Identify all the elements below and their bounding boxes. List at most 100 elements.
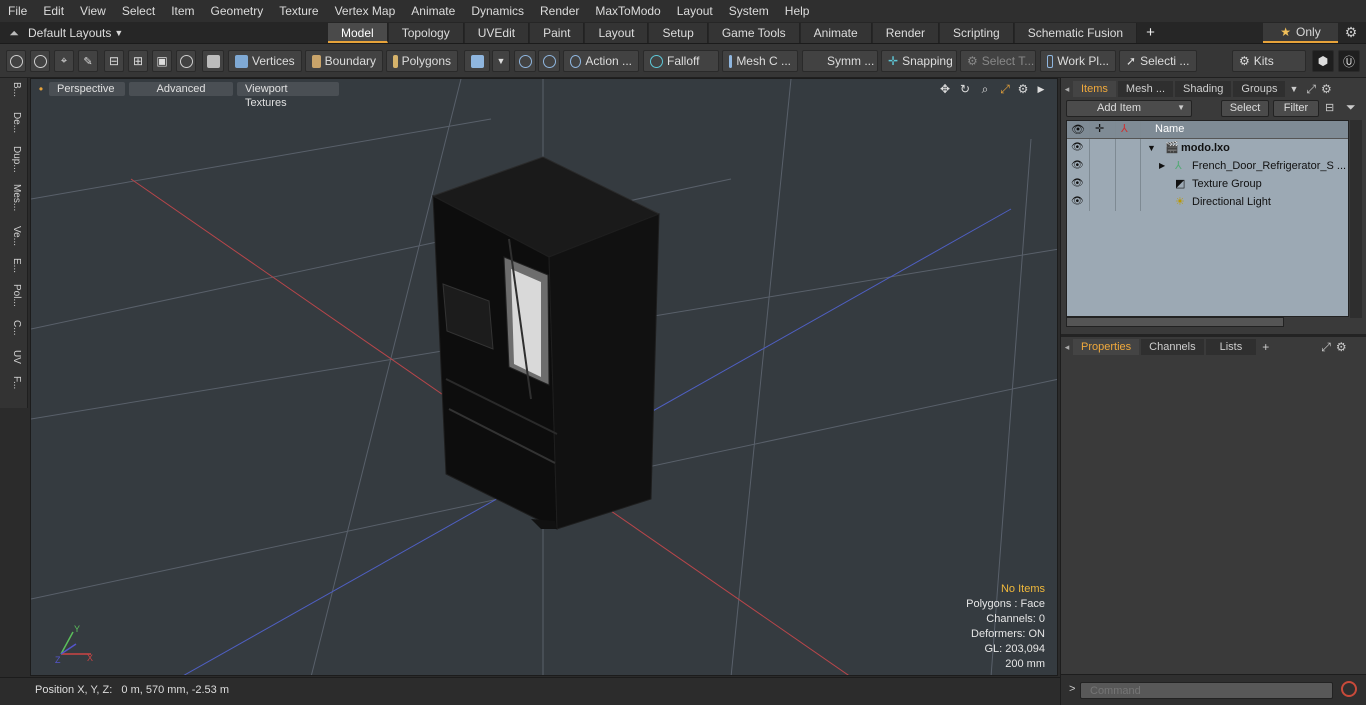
select-through-button[interactable]: ⚙ Select T... (960, 50, 1036, 72)
menu-help[interactable]: Help (777, 0, 818, 22)
collapsed-triangle-icon[interactable]: ▶ (1159, 157, 1165, 175)
tab-groups[interactable]: Groups (1233, 81, 1286, 97)
eye-icon[interactable]: 👁 (1071, 157, 1084, 175)
tab-items[interactable]: Items (1073, 81, 1116, 97)
perspective-button[interactable]: Perspective (49, 82, 125, 96)
vtab-uv[interactable]: UV (4, 350, 22, 364)
globe-button[interactable] (30, 50, 50, 72)
menu-view[interactable]: View (72, 0, 114, 22)
layout-selector[interactable]: ⏶ Default Layouts ▼ (0, 22, 123, 44)
add-item-button[interactable]: Add Item ▼ (1066, 100, 1192, 117)
tab-topology[interactable]: Topology (388, 23, 464, 43)
list-vertical-scrollbar[interactable] (1350, 120, 1362, 318)
vtab-edge[interactable]: E... (4, 258, 22, 273)
vtab-fusion[interactable]: F... (4, 376, 22, 389)
zoom-icon[interactable]: ⌕ (977, 82, 993, 96)
tab-layout[interactable]: Layout (585, 23, 649, 43)
select-button[interactable]: Select (1221, 100, 1269, 117)
falloff-button[interactable]: Falloff (643, 50, 719, 72)
panel-gear-icon[interactable]: ⚙ (1321, 82, 1332, 96)
move-button[interactable]: ⊞ (128, 50, 148, 72)
add-tab-icon[interactable]: + (1262, 340, 1269, 354)
menu-item[interactable]: Item (163, 0, 202, 22)
pan-icon[interactable]: ✥ (937, 82, 953, 96)
lasso-button[interactable]: ⌖ (54, 50, 74, 72)
panel-divider[interactable] (1061, 334, 1366, 337)
vtab-basic[interactable]: B... (4, 82, 22, 97)
menu-render[interactable]: Render (532, 0, 587, 22)
menu-maxtomodo[interactable]: MaxToModo (587, 0, 668, 22)
expand-icon[interactable]: ⤢ (1321, 340, 1331, 355)
tab-paint[interactable]: Paint (530, 23, 585, 43)
tab-render[interactable]: Render (872, 23, 940, 43)
menu-animate[interactable]: Animate (403, 0, 463, 22)
mode-dropdown[interactable]: ▼ (492, 50, 510, 72)
menu-dynamics[interactable]: Dynamics (463, 0, 532, 22)
menu-texture[interactable]: Texture (271, 0, 326, 22)
menu-geometry[interactable]: Geometry (203, 0, 272, 22)
brush-button[interactable]: ✎ (78, 50, 98, 72)
list-horizontal-scrollbar[interactable] (1066, 317, 1284, 327)
tab-shading[interactable]: Shading (1175, 81, 1232, 97)
menu-select[interactable]: Select (114, 0, 163, 22)
shading-button[interactable]: Advanced (129, 82, 233, 96)
work-plane-button[interactable]: Work Pl... (1040, 50, 1116, 72)
tab-lists[interactable]: Lists (1205, 339, 1257, 355)
collapse-up-icon[interactable]: ⏶ (0, 26, 28, 41)
expand-icon[interactable]: ⤢ (1306, 82, 1316, 97)
list-item[interactable]: 👁 ▼ 🎬 modo.lxo (1067, 139, 1348, 157)
list-item[interactable]: 👁 ☀ Directional Light (1067, 193, 1348, 211)
scale-button[interactable]: ▣ (152, 50, 172, 72)
boundary-button[interactable]: Boundary (305, 50, 383, 72)
polygons-button[interactable]: Polygons (386, 50, 458, 72)
expand-right-icon[interactable]: ▶ (1033, 82, 1049, 96)
viewport-settings-icon[interactable]: ⚙ (1015, 82, 1031, 96)
list-item[interactable]: 👁 ◩ Texture Group (1067, 175, 1348, 193)
unity-button[interactable]: ⬢ (1312, 50, 1334, 72)
menu-file[interactable]: File (0, 0, 35, 22)
select-circle-button[interactable] (6, 50, 26, 72)
viewport-menu-dot-icon[interactable]: • (33, 82, 49, 96)
rotate-view-icon[interactable]: ↻ (957, 82, 973, 96)
add-tab-icon[interactable]: + (1138, 23, 1163, 43)
item-mode-button[interactable] (202, 50, 224, 72)
tab-uvedit[interactable]: UVEdit (464, 23, 530, 43)
tab-mesh[interactable]: Mesh ... (1117, 81, 1174, 97)
symmetry-a-button[interactable] (514, 50, 536, 72)
menu-system[interactable]: System (721, 0, 777, 22)
snapping-button[interactable]: ✛ Snapping (881, 50, 957, 72)
eye-icon[interactable]: 👁 (1071, 175, 1084, 193)
tab-game-tools[interactable]: Game Tools (708, 23, 800, 43)
vtab-vertex[interactable]: Ve... (4, 226, 22, 246)
tab-scripting[interactable]: Scripting (940, 23, 1014, 43)
menu-vertex-map[interactable]: Vertex Map (327, 0, 404, 22)
symmetry-button[interactable]: Symm ... (802, 50, 878, 72)
action-center-button[interactable]: Action ... (563, 50, 639, 72)
vtab-curve[interactable]: C... (4, 320, 22, 336)
kits-button[interactable]: ⚙ Kits (1232, 50, 1306, 72)
viewport-textures-button[interactable]: Viewport Textures (237, 82, 339, 109)
vtab-mesh-edit[interactable]: Mes... (4, 184, 22, 211)
vtab-deform[interactable]: De... (4, 112, 22, 133)
tabs-dropdown-icon[interactable]: ▼ (1289, 84, 1298, 94)
tab-animate[interactable]: Animate (800, 23, 872, 43)
symmetry-b-button[interactable] (538, 50, 560, 72)
filter-button[interactable]: Filter (1273, 100, 1319, 117)
panel-dot-icon[interactable]: ◂ (1061, 342, 1073, 353)
list-item[interactable]: 👁 ▶ ⅄ French_Door_Refrigerator_S ... (1067, 157, 1348, 175)
collapse-all-icon[interactable]: ⊟ (1325, 101, 1334, 114)
name-column-header[interactable]: Name (1155, 123, 1184, 135)
menu-edit[interactable]: Edit (35, 0, 72, 22)
panel-gear-icon[interactable]: ⚙ (1336, 340, 1347, 354)
selection-sets-button[interactable]: ➚ Selecti ... (1119, 50, 1197, 72)
command-input[interactable] (1080, 682, 1333, 699)
panel-dot-icon[interactable]: ◂ (1061, 84, 1073, 95)
tab-properties[interactable]: Properties (1073, 339, 1140, 355)
eye-icon[interactable]: 👁 (1071, 139, 1084, 157)
3d-viewport[interactable]: Y X Z • Perspective Advanced Viewport Te… (30, 78, 1058, 676)
expand-triangle-icon[interactable]: ▼ (1147, 139, 1156, 157)
eye-icon[interactable]: 👁 (1071, 193, 1084, 211)
menu-layout[interactable]: Layout (669, 0, 721, 22)
vtab-duplicate[interactable]: Dup... (4, 146, 22, 173)
gear-icon[interactable]: ⚙ (1342, 24, 1360, 42)
